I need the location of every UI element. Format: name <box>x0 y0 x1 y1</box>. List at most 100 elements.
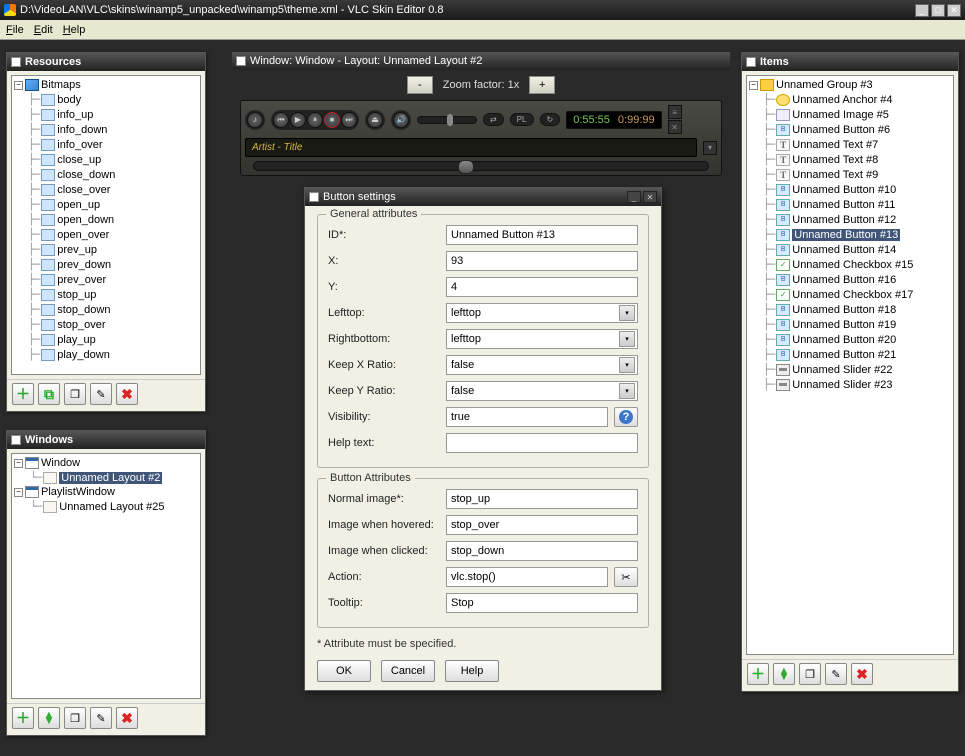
cancel-button[interactable]: Cancel <box>381 660 435 682</box>
edit-button[interactable]: ✎ <box>90 707 112 729</box>
edit-button[interactable]: ✎ <box>90 383 112 405</box>
input-helptext[interactable] <box>446 433 638 453</box>
tree-item[interactable]: ├─ prev_over <box>14 272 198 287</box>
collapse-icon[interactable]: − <box>14 459 23 468</box>
help-button[interactable]: Help <box>445 660 499 682</box>
tree-item[interactable]: ├─T Unnamed Text #8 <box>749 152 951 167</box>
tree-item[interactable]: ├─ Unnamed Anchor #4 <box>749 92 951 107</box>
visibility-help-button[interactable]: ? <box>614 407 638 427</box>
resources-tree[interactable]: − Bitmaps├─ body├─ info_up├─ info_down├─… <box>11 75 201 375</box>
tree-item[interactable]: ├─ close_over <box>14 182 198 197</box>
tree-item[interactable]: ├─ play_up <box>14 332 198 347</box>
add-button[interactable]: ＋ <box>747 663 769 685</box>
input-x[interactable]: 93 <box>446 251 638 271</box>
select-keepx[interactable]: false▾ <box>446 355 638 375</box>
tree-item[interactable]: ├─ prev_up <box>14 242 198 257</box>
add-sub-button[interactable]: ⧉ <box>38 383 60 405</box>
seek-slider[interactable] <box>253 161 709 171</box>
eq-icon[interactable]: ♪ <box>247 112 263 128</box>
tree-item[interactable]: ├─B Unnamed Button #13 <box>749 227 951 242</box>
select-keepy[interactable]: false▾ <box>446 381 638 401</box>
copy-button[interactable]: ❐ <box>64 383 86 405</box>
add-button[interactable]: ＋ <box>12 383 34 405</box>
tree-layout[interactable]: └─ Unnamed Layout #2 <box>14 470 198 485</box>
input-visibility[interactable]: true <box>446 407 608 427</box>
tree-item[interactable]: ├─B Unnamed Button #11 <box>749 197 951 212</box>
shuffle-button[interactable]: ⇄ <box>483 113 504 126</box>
volume-slider[interactable] <box>417 116 477 124</box>
tree-item[interactable]: ├─B Unnamed Button #12 <box>749 212 951 227</box>
dialog-close-button[interactable]: ✕ <box>643 191 657 203</box>
zoom-out-button[interactable]: - <box>407 76 433 94</box>
tree-item[interactable]: ├─ info_down <box>14 122 198 137</box>
repeat-button[interactable]: ↻ <box>540 113 561 126</box>
input-normal[interactable]: stop_up <box>446 489 638 509</box>
tree-item[interactable]: ├─B Unnamed Button #10 <box>749 182 951 197</box>
copy-button[interactable]: ❐ <box>64 707 86 729</box>
edit-button[interactable]: ✎ <box>825 663 847 685</box>
info-button[interactable]: ≡ <box>668 105 682 119</box>
tree-item[interactable]: ├─ info_over <box>14 137 198 152</box>
tree-root[interactable]: − Bitmaps <box>14 78 198 92</box>
select-lefttop[interactable]: lefttop▾ <box>446 303 638 323</box>
menu-edit[interactable]: Edit <box>34 24 53 36</box>
stop-button[interactable]: ⏹ <box>324 112 340 128</box>
items-tree[interactable]: − Unnamed Group #3├─ Unnamed Anchor #4 ├─… <box>746 75 954 655</box>
tree-item[interactable]: ├─B Unnamed Button #20 <box>749 332 951 347</box>
zoom-in-button[interactable]: + <box>529 76 555 94</box>
collapse-icon[interactable]: − <box>14 488 23 497</box>
menu-file[interactable]: File <box>6 24 24 36</box>
tree-item[interactable]: ├─ close_down <box>14 167 198 182</box>
tree-item[interactable]: ├─ open_over <box>14 227 198 242</box>
tree-item[interactable]: ├─ info_up <box>14 107 198 122</box>
tree-item[interactable]: ├─T Unnamed Text #7 <box>749 137 951 152</box>
tree-window[interactable]: − PlaylistWindow <box>14 485 198 499</box>
input-id[interactable]: Unnamed Button #13 <box>446 225 638 245</box>
tree-root[interactable]: − Unnamed Group #3 <box>749 78 951 92</box>
tree-item[interactable]: ├─B Unnamed Button #16 <box>749 272 951 287</box>
move-button[interactable]: ▲▼ <box>38 707 60 729</box>
tree-item[interactable]: ├─ close_up <box>14 152 198 167</box>
menu-help[interactable]: Help <box>63 24 86 36</box>
tree-item[interactable]: ├─ open_down <box>14 212 198 227</box>
tree-item[interactable]: ├─ Unnamed Slider #22 <box>749 362 951 377</box>
input-hovered[interactable]: stop_over <box>446 515 638 535</box>
tree-item[interactable]: ├─ play_down <box>14 347 198 362</box>
tree-item[interactable]: ├─ open_up <box>14 197 198 212</box>
delete-button[interactable]: ✖ <box>116 383 138 405</box>
copy-button[interactable]: ❐ <box>799 663 821 685</box>
dialog-minimize-button[interactable]: _ <box>627 191 641 203</box>
tree-window[interactable]: − Window <box>14 456 198 470</box>
tree-item[interactable]: ├─B Unnamed Button #21 <box>749 347 951 362</box>
tree-item[interactable]: ├─B Unnamed Button #18 <box>749 302 951 317</box>
tree-item[interactable]: ├─ stop_down <box>14 302 198 317</box>
tree-item[interactable]: ├─✓ Unnamed Checkbox #15 <box>749 257 951 272</box>
ok-button[interactable]: OK <box>317 660 371 682</box>
collapse-icon[interactable]: − <box>14 81 23 90</box>
tree-item[interactable]: ├─B Unnamed Button #14 <box>749 242 951 257</box>
tree-item[interactable]: ├─ prev_down <box>14 257 198 272</box>
mute-button[interactable]: 🔊 <box>393 112 409 128</box>
playlist-button[interactable]: PL <box>510 113 534 126</box>
add-button[interactable]: ＋ <box>12 707 34 729</box>
input-action[interactable]: vlc.stop() <box>446 567 608 587</box>
select-rightbottom[interactable]: lefttop▾ <box>446 329 638 349</box>
next-button[interactable]: ⏭ <box>341 112 357 128</box>
collapse-icon[interactable]: − <box>749 81 758 90</box>
input-clicked[interactable]: stop_down <box>446 541 638 561</box>
tree-item[interactable]: ├─ Unnamed Slider #23 <box>749 377 951 392</box>
tree-item[interactable]: ├─T Unnamed Text #9 <box>749 167 951 182</box>
play-button[interactable]: ▶ <box>290 112 306 128</box>
action-picker-button[interactable]: ✂ <box>614 567 638 587</box>
delete-button[interactable]: ✖ <box>851 663 873 685</box>
minimize-button[interactable]: _ <box>915 4 929 17</box>
windows-tree[interactable]: − Window└─ Unnamed Layout #2− PlaylistWi… <box>11 453 201 699</box>
move-button[interactable]: ▲▼ <box>773 663 795 685</box>
tree-layout[interactable]: └─ Unnamed Layout #25 <box>14 499 198 514</box>
input-y[interactable]: 4 <box>446 277 638 297</box>
pause-button[interactable]: ⏸ <box>307 112 323 128</box>
expand-button[interactable]: ▾ <box>703 141 717 155</box>
open-button[interactable]: ⏏ <box>367 112 383 128</box>
tree-item[interactable]: ├─ stop_up <box>14 287 198 302</box>
tree-item[interactable]: ├─✓ Unnamed Checkbox #17 <box>749 287 951 302</box>
